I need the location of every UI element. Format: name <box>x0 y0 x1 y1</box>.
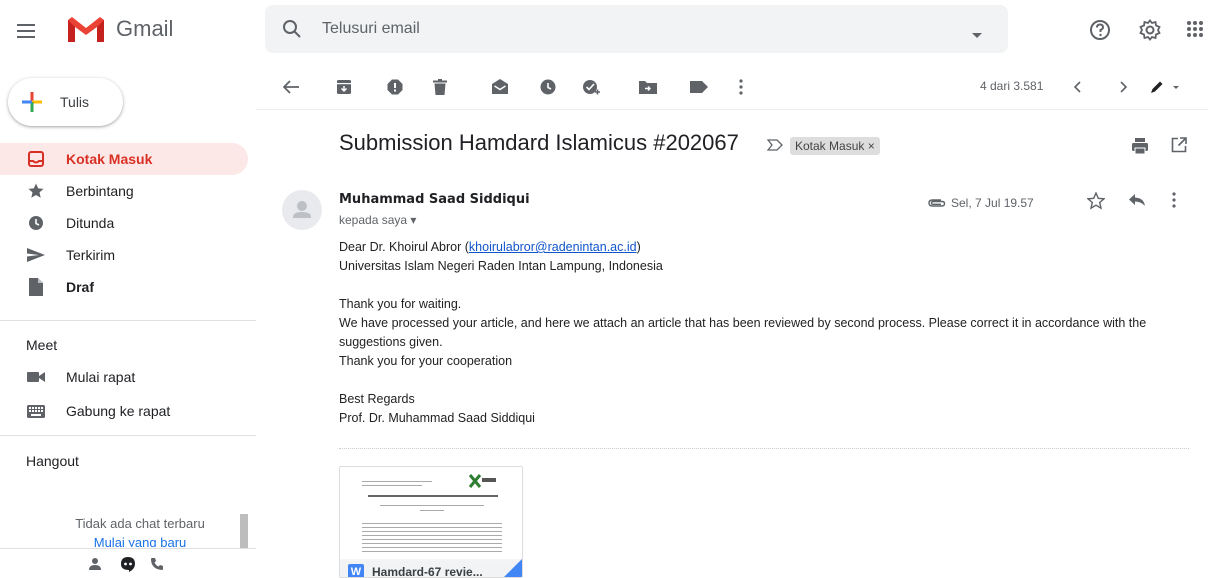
help-icon[interactable] <box>1089 19 1111 46</box>
attachments-separator <box>339 448 1189 449</box>
meet-item-join[interactable]: Gabung ke rapat <box>26 403 170 419</box>
meet-item-label: Mulai rapat <box>66 369 136 385</box>
attachment-filename: Hamdard-67 revie... <box>372 565 483 578</box>
message-toolbar <box>256 62 1208 110</box>
draft-icon <box>26 277 46 297</box>
phone-icon[interactable] <box>150 557 164 576</box>
hangout-footer <box>0 548 256 578</box>
apps-grid-icon[interactable] <box>1186 20 1204 43</box>
main-menu-icon[interactable] <box>10 14 44 48</box>
sidebar-nav: Kotak Masuk Berbintang Ditunda Terkirim … <box>0 143 256 303</box>
mark-unread-icon[interactable] <box>490 77 510 97</box>
plus-icon <box>22 92 42 112</box>
sidebar-item-label: Draf <box>66 279 95 295</box>
attachment-corner-fold <box>504 559 522 577</box>
hangout-section-title: Hangout <box>26 453 79 469</box>
message-date: Sel, 7 Jul 19.57 <box>951 196 1034 210</box>
attachment-thumbnail <box>340 467 522 559</box>
more-options-vertical-icon[interactable] <box>1172 192 1176 213</box>
body-greeting: Dear Dr. Khoirul Abror (khoirulabror@rad… <box>339 240 641 254</box>
email-body: Dear Dr. Khoirul Abror (khoirulabror@rad… <box>339 238 1199 428</box>
sidebar-item-snoozed[interactable]: Ditunda <box>0 207 248 239</box>
email-subject: Submission Hamdard Islamicus #202067 <box>339 130 739 155</box>
gmail-wordmark: Gmail <box>116 16 174 41</box>
compose-button[interactable]: Tulis <box>8 78 123 126</box>
hangout-scrollbar[interactable] <box>240 514 248 548</box>
more-vertical-icon[interactable] <box>731 77 751 97</box>
sidebar-divider <box>0 320 256 321</box>
sidebar-item-label: Berbintang <box>66 183 134 199</box>
reply-icon[interactable] <box>1128 193 1146 212</box>
gmail-m-icon <box>68 17 104 42</box>
back-arrow-icon[interactable] <box>281 77 301 97</box>
body-line: Best Regards <box>339 392 415 406</box>
attachment-paperclip-icon <box>928 195 946 213</box>
sidebar-item-starred[interactable]: Berbintang <box>0 175 248 207</box>
start-new-chat-link[interactable]: Mulai yang baru <box>40 535 240 547</box>
hangouts-chat-icon[interactable] <box>120 557 136 578</box>
body-line: Thank you for waiting. <box>339 297 462 311</box>
snooze-clock-icon[interactable] <box>538 77 558 97</box>
compose-label: Tulis <box>60 94 90 110</box>
body-line: We have processed your article, and here… <box>339 316 1147 349</box>
input-tools-pen-icon[interactable] <box>1149 77 1181 97</box>
email-link[interactable]: khoirulabror@radenintan.ac.id <box>469 240 637 254</box>
inbox-label-chip[interactable]: Kotak Masuk × <box>790 137 880 155</box>
no-chats-text: Tidak ada chat terbaru <box>75 516 205 531</box>
meet-section-title: Meet <box>26 337 58 353</box>
sidebar-item-drafts[interactable]: Draf <box>0 271 248 303</box>
sidebar-item-label: Terkirim <box>66 247 115 263</box>
attachment-card[interactable]: W Hamdard-67 revie... <box>339 466 523 578</box>
sidebar-item-inbox[interactable]: Kotak Masuk <box>0 143 248 175</box>
send-icon <box>26 245 46 265</box>
settings-gear-icon[interactable] <box>1139 19 1161 46</box>
meet-item-start[interactable]: Mulai rapat <box>26 369 135 385</box>
importance-marker-icon[interactable] <box>766 138 783 156</box>
search-icon[interactable] <box>281 18 303 45</box>
add-to-tasks-icon[interactable] <box>581 77 601 97</box>
newer-chevron-right-icon[interactable] <box>1113 77 1133 97</box>
print-icon[interactable] <box>1131 137 1149 160</box>
meet-item-label: Gabung ke rapat <box>66 403 171 419</box>
gmail-logo[interactable]: Gmail <box>66 14 173 44</box>
clock-icon <box>26 213 46 233</box>
sender-avatar[interactable] <box>282 190 322 230</box>
journal-logo-icon <box>468 474 496 488</box>
word-document-icon: W <box>348 564 364 577</box>
open-in-new-window-icon[interactable] <box>1171 137 1187 158</box>
star-message-icon[interactable] <box>1086 191 1106 215</box>
sender-name[interactable]: Muhammad Saad Siddiqui <box>339 192 530 207</box>
label-tag-icon[interactable] <box>689 77 709 97</box>
search-options-dropdown-icon[interactable] <box>972 26 982 44</box>
sidebar-item-sent[interactable]: Terkirim <box>0 239 248 271</box>
person-icon[interactable] <box>88 557 102 576</box>
sidebar-divider <box>0 435 256 436</box>
keyboard-icon <box>26 404 46 418</box>
inbox-icon <box>26 149 46 169</box>
recipient-details-toggle[interactable]: kepada saya ▾ <box>339 213 416 227</box>
search-bar[interactable] <box>265 5 1008 53</box>
body-line: Universitas Islam Negeri Raden Intan Lam… <box>339 259 663 273</box>
archive-icon[interactable] <box>334 77 354 97</box>
body-signature: Prof. Dr. Muhammad Saad Siddiqui <box>339 411 535 425</box>
star-icon <box>26 181 46 201</box>
report-spam-icon[interactable] <box>385 77 405 97</box>
body-line: Thank you for your cooperation <box>339 354 513 368</box>
sidebar-item-label: Kotak Masuk <box>66 151 153 167</box>
top-bar: Gmail <box>0 0 1208 62</box>
delete-trash-icon[interactable] <box>430 77 450 97</box>
older-chevron-left-icon[interactable] <box>1068 77 1088 97</box>
message-count: 4 dari 3.581 <box>980 79 1044 93</box>
default-person-icon <box>293 201 311 218</box>
video-icon <box>26 371 46 383</box>
attachment-footer: W Hamdard-67 revie... <box>340 561 522 578</box>
search-input[interactable] <box>322 17 922 41</box>
move-to-folder-icon[interactable] <box>638 77 658 97</box>
sidebar-item-label: Ditunda <box>66 215 115 231</box>
